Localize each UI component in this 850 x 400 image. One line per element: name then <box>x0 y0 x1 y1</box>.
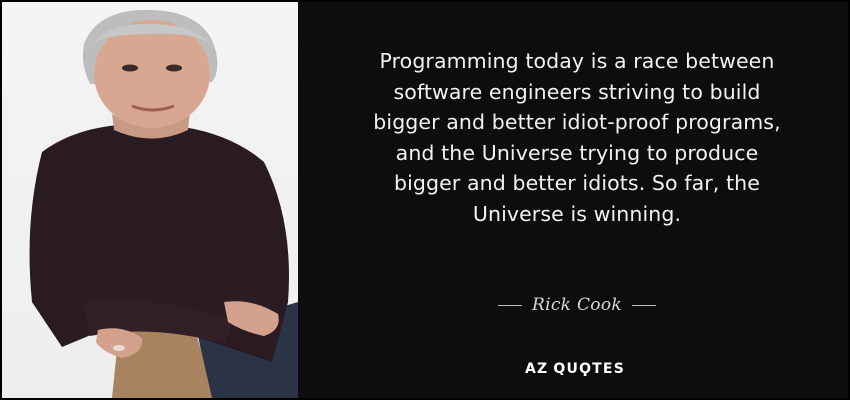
author-attribution[interactable]: Rick Cook <box>472 292 682 318</box>
quote-line: bigger and better idiot-proof programs, <box>373 110 781 134</box>
ring <box>113 345 125 351</box>
quote-line: software engineers striving to build <box>393 79 761 104</box>
author-left-rule <box>498 304 523 306</box>
quote-line: and the Universe trying to produce <box>395 140 759 165</box>
quote-card: Programming today is a race between soft… <box>0 0 850 400</box>
left-eye <box>122 64 138 72</box>
quote-text: Programming today is a race between soft… <box>332 46 822 229</box>
brand-name: QUϘTES <box>553 361 625 377</box>
quote-line: bigger and better idiots. So far, the <box>394 171 760 195</box>
portrait-photo <box>2 2 298 398</box>
quote-line: Programming today is a race between <box>379 49 775 73</box>
azquotes-logo[interactable]: AZ QUϘTES <box>510 359 640 379</box>
quote-line: Universe is winning. <box>472 201 682 226</box>
author-right-rule <box>631 304 656 306</box>
right-eye <box>166 64 182 72</box>
portrait-illustration <box>29 9 298 398</box>
author-name[interactable]: Rick Cook <box>532 295 622 315</box>
brand-prefix: AZ <box>525 361 549 377</box>
